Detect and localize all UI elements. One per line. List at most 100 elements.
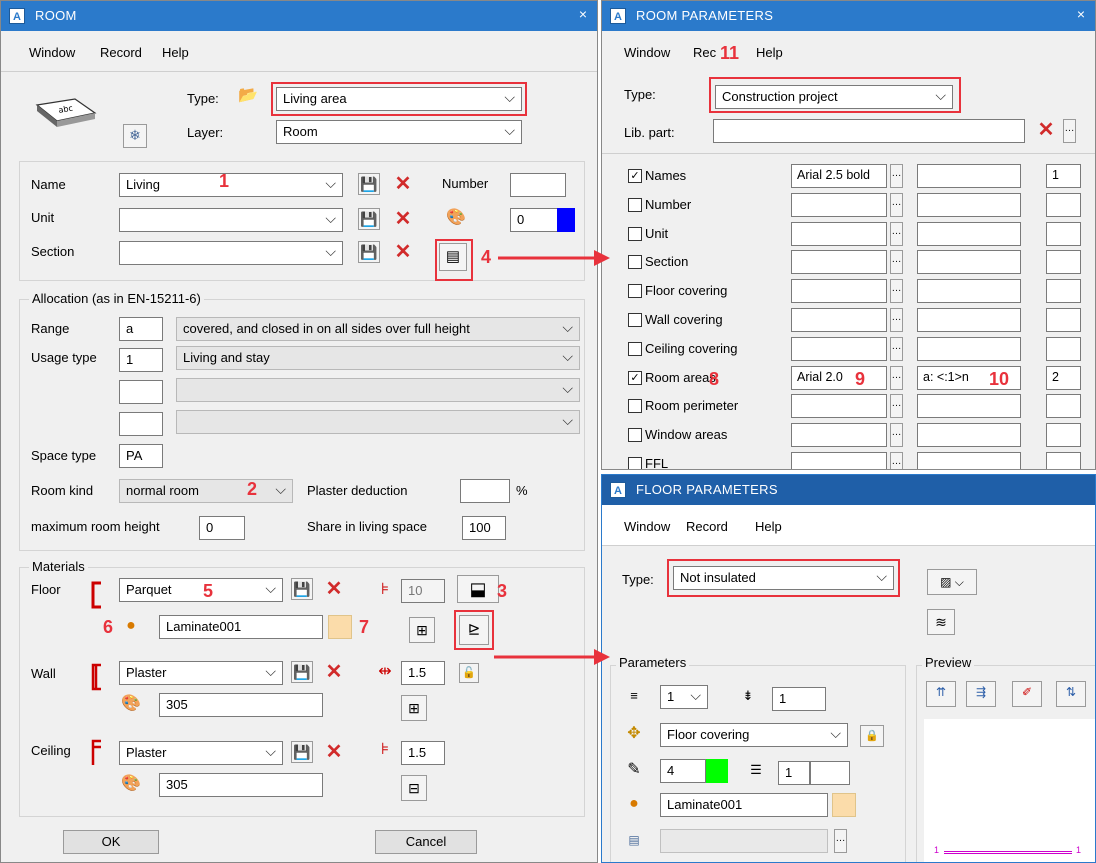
row-checkbox[interactable] <box>628 399 642 414</box>
row-format-input[interactable] <box>917 221 1021 246</box>
save-name-icon[interactable]: 💾 <box>358 173 380 195</box>
delete-ceiling-icon[interactable]: ✕ <box>323 741 345 763</box>
save-floor-icon[interactable]: 💾 <box>291 578 313 600</box>
lock-icon[interactable]: 🔒 <box>860 725 884 747</box>
row-font-input[interactable] <box>791 336 887 361</box>
ok-button[interactable]: OK <box>63 830 159 854</box>
row-font-input[interactable] <box>791 192 887 217</box>
delete-name-icon[interactable]: ✕ <box>392 173 414 195</box>
menu-window[interactable]: Window <box>624 519 670 534</box>
number-input[interactable] <box>510 173 566 197</box>
wall-surface-input[interactable]: 305 <box>159 693 323 717</box>
wall-layer-add-icon[interactable]: ⊞ <box>401 695 427 721</box>
usage-select[interactable]: Living and stay ⌵ <box>176 346 580 370</box>
row-font-input[interactable] <box>791 394 887 419</box>
extra-code-input-1[interactable] <box>119 380 163 404</box>
layer-thickness-input[interactable]: 1 <box>772 687 826 711</box>
menu-record[interactable]: Record <box>100 45 142 60</box>
save-section-icon[interactable]: 💾 <box>358 241 380 263</box>
extra-code-input-2[interactable] <box>119 412 163 436</box>
line-input[interactable]: 1 <box>778 761 810 785</box>
surface-ball-icon[interactable]: ● <box>119 615 143 637</box>
floor-thickness-input[interactable]: 10 <box>401 579 445 603</box>
layer-count-select[interactable]: 1 ⌵ <box>660 685 708 709</box>
row-format-input[interactable] <box>917 279 1021 304</box>
row-size-input[interactable] <box>1046 308 1081 332</box>
row-font-input[interactable] <box>791 452 887 469</box>
row-font-browse[interactable]: … <box>890 221 903 246</box>
row-format-input[interactable] <box>917 250 1021 275</box>
save-unit-icon[interactable]: 💾 <box>358 208 380 230</box>
fp-surface-swatch[interactable] <box>832 793 856 817</box>
menu-record[interactable]: Record <box>686 519 728 534</box>
unit-select[interactable]: ⌵ <box>119 208 343 232</box>
row-font-browse[interactable]: … <box>890 308 903 332</box>
menu-record[interactable]: Rec <box>693 45 716 60</box>
delete-wall-icon[interactable]: ✕ <box>323 661 345 683</box>
row-font-browse[interactable]: … <box>890 250 903 275</box>
row-size-input[interactable] <box>1046 423 1081 448</box>
row-size-input[interactable] <box>1046 452 1081 469</box>
row-font-browse[interactable]: … <box>890 423 903 448</box>
surface-ball-icon[interactable]: ● <box>622 793 646 815</box>
row-checkbox[interactable]: ✓ <box>628 370 642 385</box>
row-font-browse[interactable]: … <box>890 279 903 304</box>
row-format-input[interactable] <box>917 164 1021 188</box>
save-wall-icon[interactable]: 💾 <box>291 661 313 683</box>
row-font-input[interactable]: Arial 2.5 bold <box>791 164 887 188</box>
fp-surface-input[interactable]: Laminate001 <box>660 793 828 817</box>
lib-part-input[interactable] <box>713 119 1025 143</box>
floor-surface-input[interactable]: Laminate001 <box>159 615 323 639</box>
ceiling-thickness-input[interactable]: 1.5 <box>401 741 445 765</box>
row-size-input[interactable] <box>1046 394 1081 419</box>
line-style-select[interactable] <box>810 761 850 785</box>
layers-icon[interactable]: ≋ <box>927 609 955 635</box>
row-font-input[interactable]: Arial 2.0 <box>791 365 887 390</box>
row-font-browse[interactable]: … <box>890 336 903 361</box>
menu-help[interactable]: Help <box>162 45 189 60</box>
row-format-input[interactable] <box>917 192 1021 217</box>
delete-section-icon[interactable]: ✕ <box>392 241 414 263</box>
pen-color-swatch[interactable] <box>706 759 728 783</box>
plaster-input[interactable] <box>460 479 510 503</box>
folder-open-icon[interactable]: 📂 <box>237 85 259 107</box>
floor-layers-icon[interactable]: ⬓ <box>457 575 499 603</box>
color-number-input[interactable]: 0 <box>510 208 558 232</box>
row-font-input[interactable] <box>791 308 887 332</box>
layer-select[interactable]: Room ⌵ <box>276 120 522 144</box>
row-checkbox[interactable] <box>628 255 642 270</box>
row-checkbox[interactable] <box>628 313 642 327</box>
menu-help[interactable]: Help <box>756 45 783 60</box>
ceiling-color-icon[interactable]: 🎨 <box>119 773 143 795</box>
ceiling-select[interactable]: Plaster ⌵ <box>119 741 283 765</box>
row-checkbox[interactable] <box>628 197 642 212</box>
close-icon[interactable]: × <box>1077 6 1085 22</box>
save-ceiling-icon[interactable]: 💾 <box>291 741 313 763</box>
row-font-input[interactable] <box>791 250 887 275</box>
row-font-browse[interactable]: … <box>890 365 903 390</box>
pen-input[interactable]: 4 <box>660 759 706 783</box>
ceiling-layer-add-icon[interactable]: ⊟ <box>401 775 427 801</box>
preview-tool-1-icon[interactable]: ⇈ <box>926 681 956 707</box>
lock-open-icon[interactable]: 🔓 <box>459 663 479 683</box>
wall-thickness-input[interactable]: 1.5 <box>401 661 445 685</box>
hatch-browse-button[interactable]: … <box>834 829 847 853</box>
row-font-input[interactable] <box>791 221 887 246</box>
color-wheel-icon[interactable]: 🎨 <box>444 207 468 229</box>
row-format-input[interactable] <box>917 394 1021 419</box>
row-size-input[interactable]: 1 <box>1046 164 1081 188</box>
row-format-input[interactable] <box>917 452 1021 469</box>
clear-lib-icon[interactable]: ✕ <box>1035 119 1057 141</box>
row-size-input[interactable] <box>1046 221 1081 246</box>
row-checkbox[interactable] <box>628 428 642 443</box>
row-checkbox[interactable] <box>628 284 642 299</box>
row-size-input[interactable]: 2 <box>1046 365 1081 390</box>
menu-help[interactable]: Help <box>755 519 782 534</box>
row-size-input[interactable] <box>1046 250 1081 275</box>
row-checkbox[interactable] <box>628 457 642 469</box>
usage-code-input[interactable]: 1 <box>119 348 163 372</box>
share-input[interactable]: 100 <box>462 516 506 540</box>
floor-layer-add-icon[interactable]: ⊞ <box>409 617 435 643</box>
hatch-input[interactable] <box>660 829 828 853</box>
row-checkbox[interactable] <box>628 341 642 356</box>
